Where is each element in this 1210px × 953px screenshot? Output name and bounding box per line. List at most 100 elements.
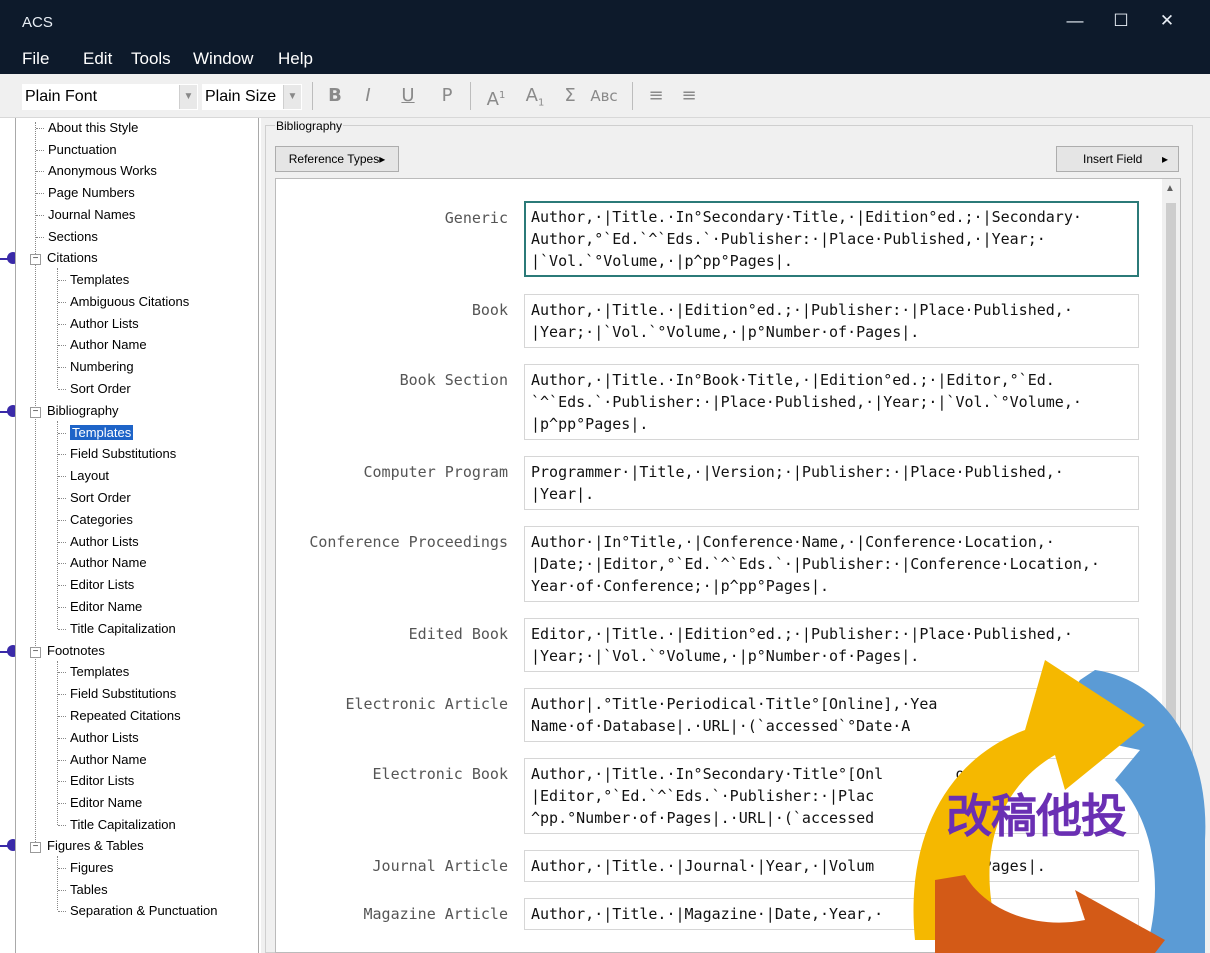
template-field[interactable]: Author,·|Title.·In°Secondary·Title,·|Edi… xyxy=(524,201,1139,277)
tree-item[interactable]: Title Capitalization xyxy=(58,619,176,639)
orange-arrow-icon xyxy=(935,875,1165,953)
template-type-label: Edited Book xyxy=(408,625,508,643)
menu-help[interactable]: Help xyxy=(278,49,313,69)
tree-item[interactable]: Categories xyxy=(58,510,133,530)
tree-node-footnotes[interactable]: Footnotes xyxy=(47,641,105,661)
tree-item[interactable]: Editor Name xyxy=(58,793,142,813)
tree-item[interactable]: Field Substitutions xyxy=(58,444,176,464)
title-bar: ACS — ☐ ✕ xyxy=(0,0,1210,44)
maximize-button[interactable]: ☐ xyxy=(1098,6,1144,36)
tree-item[interactable]: About this Style xyxy=(36,118,138,138)
template-type-label: Magazine Article xyxy=(363,905,509,923)
subscript-letter: A xyxy=(525,85,538,106)
tree-item[interactable]: Journal Names xyxy=(36,205,135,225)
menu-bar: File Edit Tools Window Help xyxy=(0,44,1210,74)
superscript-mark: 1 xyxy=(498,90,506,101)
collapse-icon[interactable]: − xyxy=(30,254,41,265)
chevron-right-icon: ▸ xyxy=(1161,152,1168,166)
template-field[interactable]: Author,·|Title.·In°Book·Title,·|Edition°… xyxy=(524,364,1139,440)
tree-node-figures-tables[interactable]: Figures & Tables xyxy=(47,836,144,856)
template-type-label: Journal Article xyxy=(372,857,508,875)
small-caps-button[interactable]: Aʙᴄ xyxy=(586,82,622,110)
tree-item[interactable]: Author Name xyxy=(58,750,147,770)
template-type-label: Book xyxy=(471,301,508,319)
template-type-label: Electronic Article xyxy=(345,695,508,713)
collapse-icon[interactable]: − xyxy=(30,407,41,418)
scroll-up-icon[interactable]: ▲ xyxy=(1165,183,1175,194)
template-type-label: Generic xyxy=(444,209,508,227)
chevron-down-icon[interactable]: ▼ xyxy=(179,85,197,109)
italic-button[interactable]: I xyxy=(355,82,381,110)
toolbar-divider xyxy=(632,82,633,110)
tree-item[interactable]: Templates xyxy=(58,662,129,682)
menu-edit[interactable]: Edit xyxy=(83,49,112,69)
tree-item[interactable]: Anonymous Works xyxy=(36,161,157,181)
toolbar-divider xyxy=(470,82,471,110)
style-tree: About this Style Punctuation Anonymous W… xyxy=(15,118,259,953)
template-field[interactable]: Author,·|Title.·|Edition°ed.;·|Publisher… xyxy=(524,294,1139,348)
collapse-icon[interactable]: − xyxy=(30,842,41,853)
symbol-button[interactable]: Σ xyxy=(557,82,583,110)
superscript-button[interactable]: A1 xyxy=(481,82,511,110)
tree-item[interactable]: Editor Lists xyxy=(58,575,134,595)
close-button[interactable]: ✕ xyxy=(1144,6,1190,36)
tree-item[interactable]: Field Substitutions xyxy=(58,684,176,704)
menu-window[interactable]: Window xyxy=(193,49,253,69)
tree-item-selected[interactable]: Templates xyxy=(58,423,134,443)
tree-item[interactable]: Page Numbers xyxy=(36,183,135,203)
minimize-button[interactable]: — xyxy=(1052,6,1098,36)
tree-item[interactable]: Repeated Citations xyxy=(58,706,181,726)
tree-item[interactable]: Sections xyxy=(36,227,98,247)
reference-types-button[interactable]: Reference Types▸ xyxy=(275,146,399,172)
tree-item[interactable]: Sort Order xyxy=(58,488,131,508)
insert-field-button[interactable]: Insert Field ▸ xyxy=(1056,146,1179,172)
tree-item[interactable]: Author Lists xyxy=(58,728,139,748)
tree-item[interactable]: Author Lists xyxy=(58,532,139,552)
menu-file[interactable]: File xyxy=(22,49,49,69)
toolbar-divider xyxy=(312,82,313,110)
tree-item[interactable]: Ambiguous Citations xyxy=(58,292,189,312)
tree-item[interactable]: Author Name xyxy=(58,553,147,573)
overlay-caption: 改稿他投 xyxy=(946,789,1127,843)
tree-item[interactable]: Tables xyxy=(58,880,108,900)
group-label: Bibliography xyxy=(275,119,344,133)
tree-item[interactable]: Author Lists xyxy=(58,314,139,334)
tree-item[interactable]: Templates xyxy=(58,270,129,290)
underline-button[interactable]: U xyxy=(395,82,421,110)
bold-button[interactable]: B xyxy=(322,82,348,110)
chevron-down-icon[interactable]: ▼ xyxy=(283,85,301,109)
template-type-label: Book Section xyxy=(399,371,508,389)
tree-item[interactable]: Editor Lists xyxy=(58,771,134,791)
align-justify-button[interactable]: ≡ xyxy=(676,82,702,110)
font-select-value: Plain Font xyxy=(25,88,98,105)
collapse-icon[interactable]: − xyxy=(30,647,41,658)
subscript-mark: 1 xyxy=(537,97,545,109)
subscript-button[interactable]: A1 xyxy=(520,82,550,110)
template-type-label: Computer Program xyxy=(363,463,509,481)
tree-item[interactable]: Layout xyxy=(58,466,109,486)
tree-item[interactable]: Numbering xyxy=(58,357,134,377)
tree-item[interactable]: Sort Order xyxy=(58,379,131,399)
template-field[interactable]: Programmer·|Title,·|Version;·|Publisher:… xyxy=(524,456,1139,510)
plain-button[interactable]: P xyxy=(434,82,460,110)
tree-item[interactable]: Separation & Punctuation xyxy=(58,901,217,921)
tree-item[interactable]: Figures xyxy=(58,858,113,878)
size-select-value: Plain Size xyxy=(205,88,277,105)
template-type-label: Conference Proceedings xyxy=(309,533,508,551)
tree-item[interactable]: Editor Name xyxy=(58,597,142,617)
align-left-button[interactable]: ≡ xyxy=(643,82,669,110)
tree-item[interactable]: Punctuation xyxy=(36,140,117,160)
window-title: ACS xyxy=(22,14,53,31)
template-field[interactable]: Author·|In°Title,·|Conference·Name,·|Con… xyxy=(524,526,1139,602)
tree-item[interactable]: Title Capitalization xyxy=(58,815,176,835)
superscript-letter: A xyxy=(486,89,499,110)
insert-field-label: Insert Field xyxy=(1083,152,1143,166)
tree-item[interactable]: Author Name xyxy=(58,335,147,355)
menu-tools[interactable]: Tools xyxy=(131,49,171,69)
tree-node-bibliography[interactable]: Bibliography xyxy=(47,401,119,421)
formatting-toolbar: Plain Font ▼ Plain Size ▼ B I U P A1 A1 … xyxy=(0,74,1210,118)
font-select[interactable]: Plain Font ▼ xyxy=(22,84,198,110)
template-type-label: Electronic Book xyxy=(372,765,508,783)
tree-node-citations[interactable]: Citations xyxy=(47,248,98,268)
size-select[interactable]: Plain Size ▼ xyxy=(202,84,302,110)
